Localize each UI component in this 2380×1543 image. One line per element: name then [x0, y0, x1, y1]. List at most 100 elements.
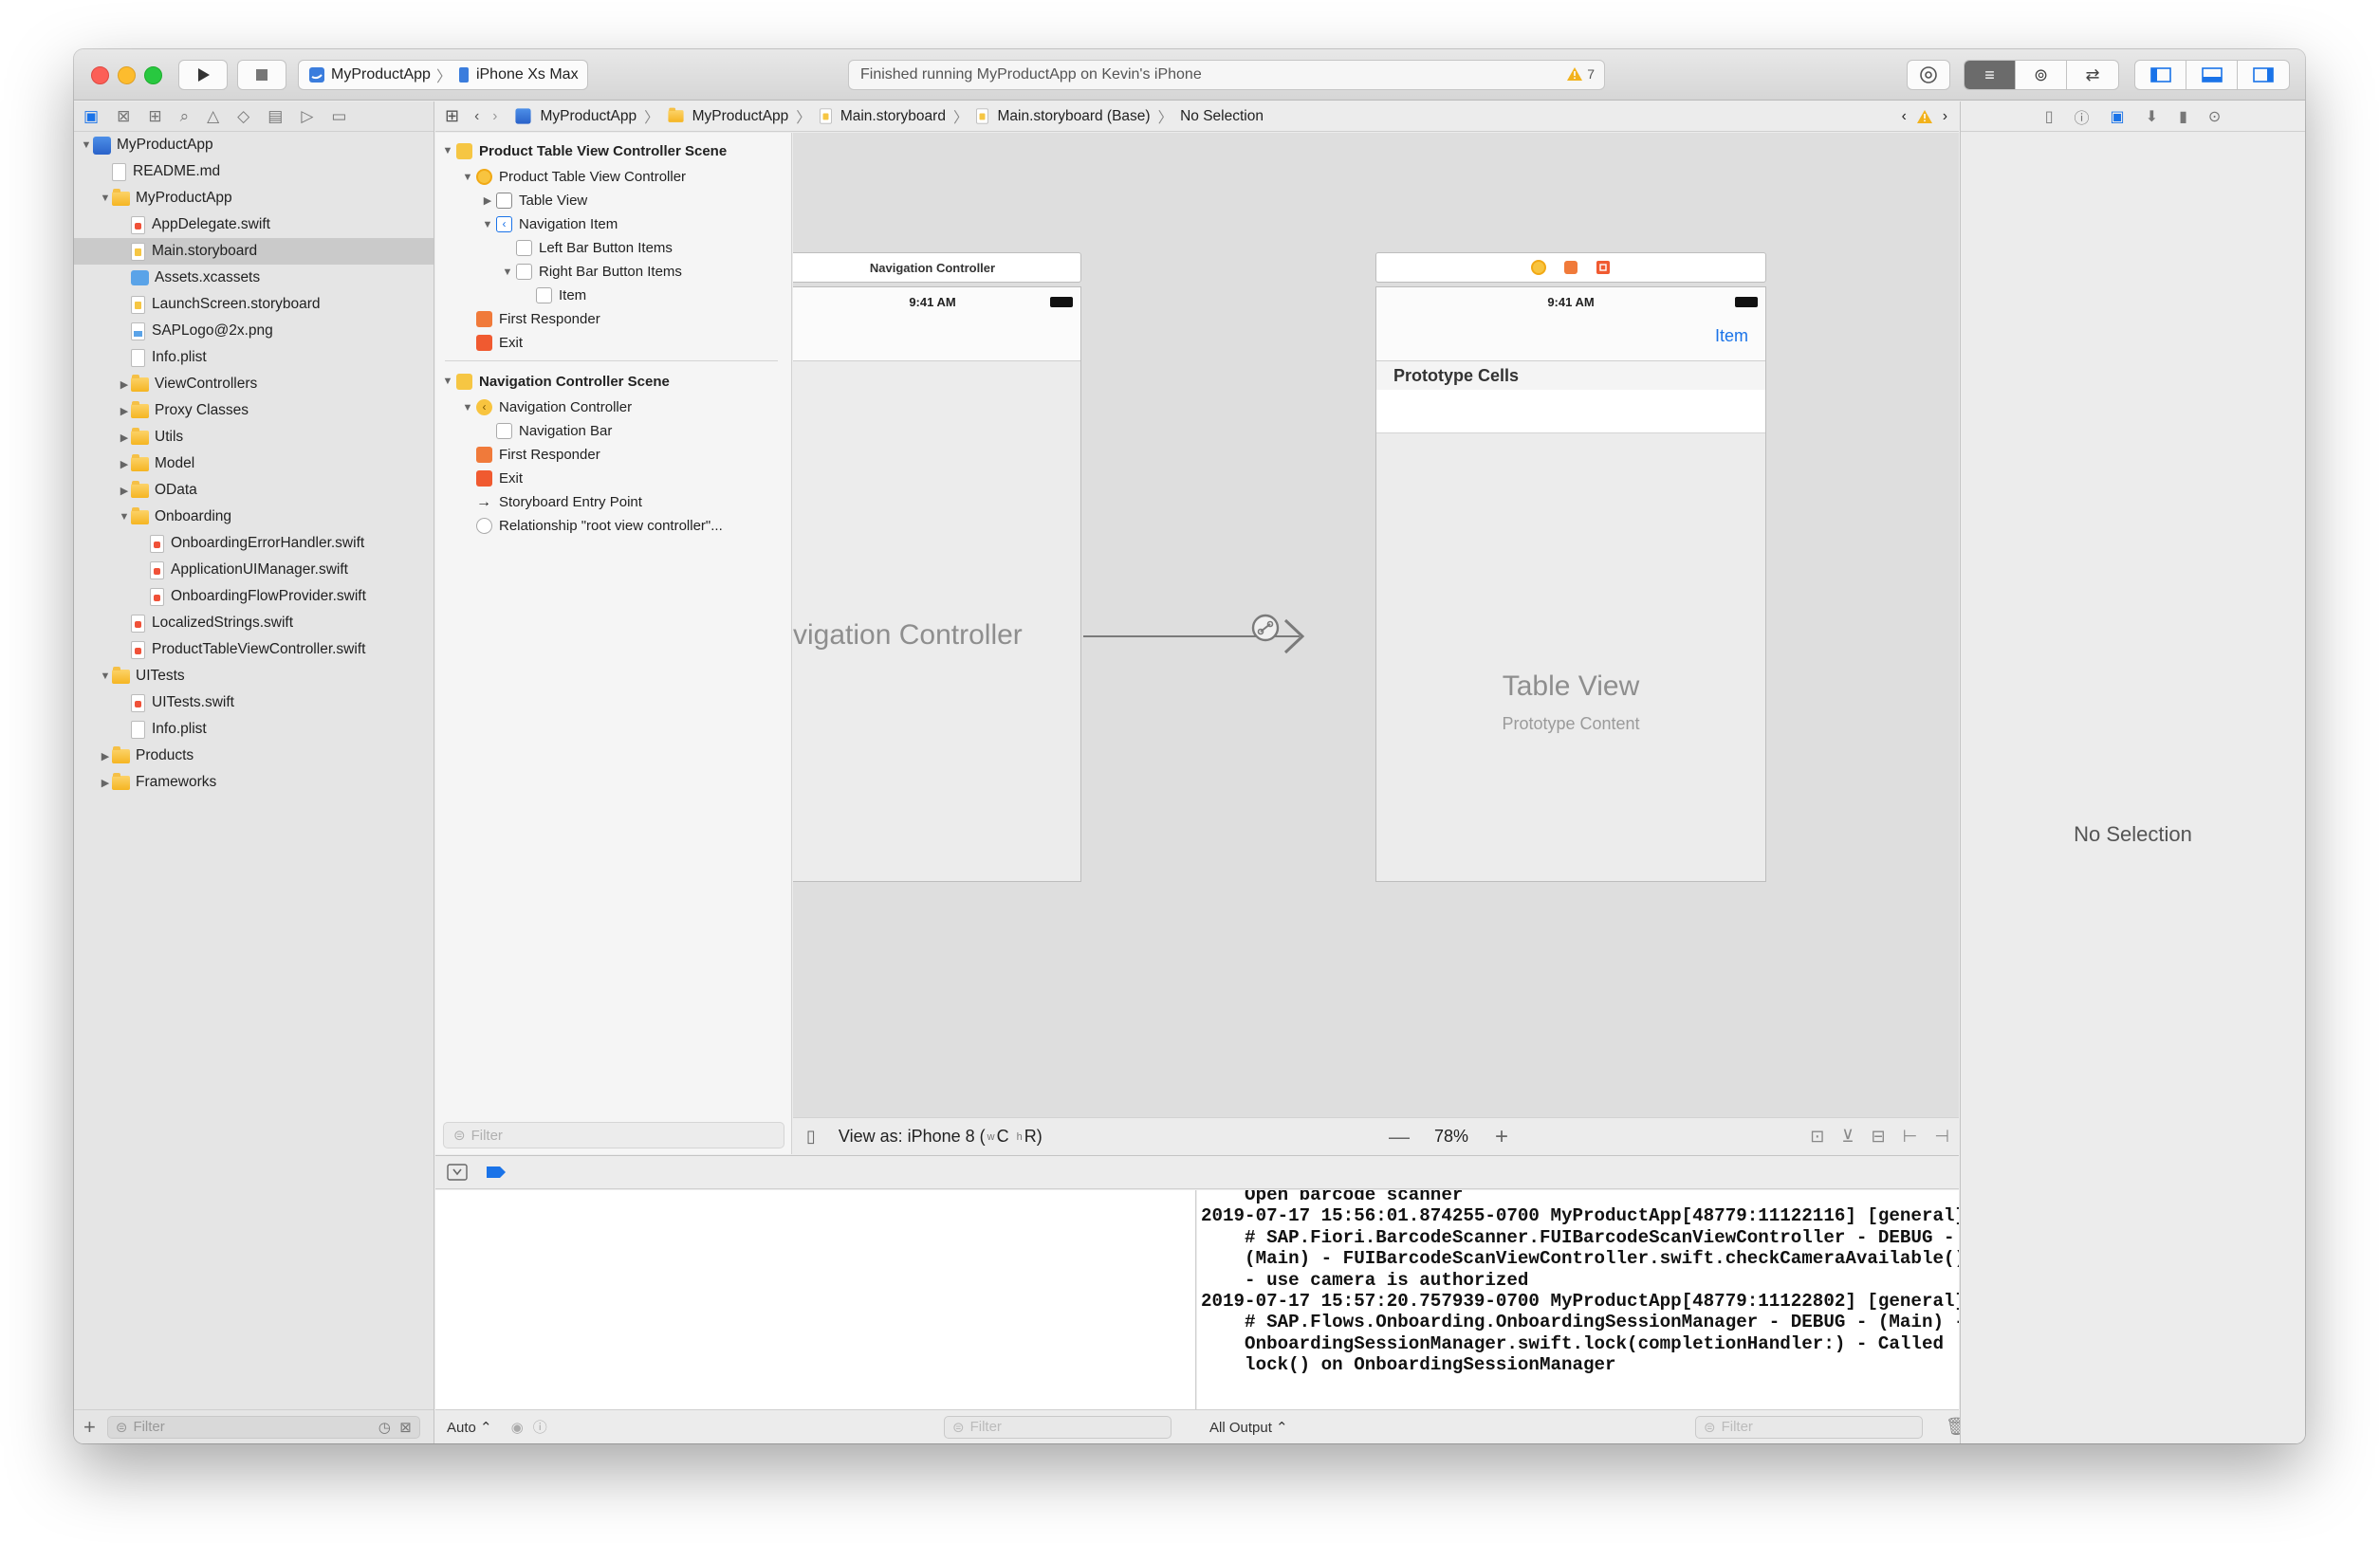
storyboard-canvas[interactable]: Navigation Controller 9:41 AM vigation C…	[793, 133, 1959, 1117]
add-icon[interactable]: +	[83, 1415, 96, 1440]
close-window-button[interactable]	[91, 66, 109, 84]
disclosure-open-icon[interactable]: ▼	[99, 193, 112, 204]
tree-item[interactable]: Info.plist	[74, 716, 434, 743]
breadcrumb-item[interactable]: MyProductApp	[514, 107, 637, 125]
source-control-icon[interactable]: ⊠	[117, 107, 130, 126]
tree-item[interactable]: ProductTableViewController.swift	[74, 636, 434, 663]
breakpoint-icon[interactable]: ▷	[301, 107, 313, 126]
navigator-filter[interactable]: ⊜ Filter ◷ ⊠	[106, 1415, 420, 1439]
tree-item[interactable]: OnboardingFlowProvider.swift	[74, 583, 434, 610]
tree-item[interactable]: ▶ Proxy Classes	[74, 397, 434, 424]
outline-item[interactable]: Exit	[435, 331, 791, 355]
outline-item[interactable]: First Responder	[435, 443, 791, 467]
toggle-navigator-button[interactable]	[2135, 61, 2186, 89]
library-button[interactable]	[1907, 60, 1950, 90]
outline-item[interactable]: First Responder	[435, 307, 791, 331]
breadcrumb-item[interactable]: MyProductApp	[667, 108, 788, 125]
scheme-selector[interactable]: MyProductApp 〉 iPhone Xs Max	[298, 60, 588, 90]
disclosure-open-icon[interactable]: ▼	[461, 402, 474, 413]
auto-scope-selector[interactable]: Auto ⌃	[447, 1419, 492, 1436]
disclosure-closed-icon[interactable]: ▶	[118, 432, 131, 444]
report-icon[interactable]: ▭	[331, 107, 346, 126]
attributes-inspector-icon[interactable]: ⬇	[2146, 107, 2158, 126]
table-scene-title-bar[interactable]	[1375, 252, 1766, 283]
outline-item[interactable]: ▼ ‹ Navigation Item	[435, 212, 791, 236]
outline-item[interactable]: ▼ ‹ Navigation Controller	[435, 395, 791, 419]
tree-item[interactable]: ▼ MyProductApp	[74, 132, 434, 158]
related-items-icon[interactable]: ⊞	[445, 106, 459, 126]
segue-relationship-icon[interactable]	[1250, 613, 1281, 643]
disclosure-closed-icon[interactable]: ▶	[118, 405, 131, 417]
disclosure-closed-icon[interactable]: ▶	[118, 485, 131, 497]
outline-item[interactable]: ▼ Right Bar Button Items	[435, 260, 791, 284]
toggle-debug-area-button[interactable]	[2186, 61, 2238, 89]
navigation-bar[interactable]	[793, 316, 1080, 361]
version-editor-button[interactable]: ⇄	[2067, 61, 2118, 89]
find-icon[interactable]: ⌕	[180, 107, 190, 126]
back-arrow-icon[interactable]: ‹	[474, 108, 479, 125]
folder-icon[interactable]: ▣	[83, 107, 99, 126]
disclosure-open-icon[interactable]: ▼	[501, 266, 514, 278]
disclosure-open-icon[interactable]: ▼	[441, 376, 454, 387]
outline-item[interactable]: Exit	[435, 467, 791, 490]
identity-inspector-icon[interactable]: ▣	[2111, 107, 2125, 126]
disclosure-open-icon[interactable]: ▼	[481, 219, 494, 230]
resolve-icon[interactable]: ⊣	[1934, 1127, 1949, 1147]
item-bar-button[interactable]: Item	[1715, 326, 1748, 346]
disclosure-closed-icon[interactable]: ▶	[481, 194, 494, 207]
tree-item[interactable]: ▶ ViewControllers	[74, 371, 434, 397]
prototype-cell[interactable]	[1376, 390, 1765, 433]
update-frames-icon[interactable]: ⊻	[1841, 1127, 1854, 1147]
previous-issue-icon[interactable]: ‹	[1902, 108, 1907, 125]
eye-icon[interactable]: ◉	[511, 1419, 524, 1436]
tree-item[interactable]: Info.plist	[74, 344, 434, 371]
disclosure-open-icon[interactable]: ▼	[80, 139, 93, 151]
tree-item[interactable]: Assets.xcassets	[74, 265, 434, 291]
tree-item[interactable]: LaunchScreen.storyboard	[74, 291, 434, 318]
forward-arrow-icon[interactable]: ›	[492, 108, 497, 125]
tree-item[interactable]: UITests.swift	[74, 689, 434, 716]
nav-scene-title-bar[interactable]: Navigation Controller	[793, 252, 1081, 283]
test-icon[interactable]: ◇	[237, 107, 249, 126]
disclosure-closed-icon[interactable]: ▶	[99, 750, 112, 762]
symbol-icon[interactable]: ⊞	[148, 107, 161, 126]
disclosure-open-icon[interactable]: ▼	[441, 145, 454, 156]
hide-debug-area-icon[interactable]	[447, 1164, 468, 1181]
tree-item[interactable]: ApplicationUIManager.swift	[74, 557, 434, 583]
tree-item[interactable]: ▶ Model	[74, 450, 434, 477]
tree-item[interactable]: ▶ Products	[74, 743, 434, 769]
breadcrumb-item[interactable]: No Selection	[1180, 108, 1264, 125]
outline-item[interactable]: ▼ Product Table View Controller	[435, 165, 791, 189]
tree-item[interactable]: ▶ OData	[74, 477, 434, 504]
zoom-window-button[interactable]	[144, 66, 162, 84]
view-as-button[interactable]: View as: iPhone 8 ( w C h R)	[839, 1127, 1042, 1147]
tree-item[interactable]: ▶ Utils	[74, 424, 434, 450]
outline-toggle-icon[interactable]: ▯	[806, 1127, 816, 1147]
tree-item[interactable]: ▼ MyProductApp	[74, 185, 434, 211]
debug-icon[interactable]: ▤	[268, 107, 283, 126]
minimize-window-button[interactable]	[118, 66, 136, 84]
breadcrumb-item[interactable]: Main.storyboard	[819, 107, 946, 125]
tree-item[interactable]: ▶ Frameworks	[74, 769, 434, 796]
size-inspector-icon[interactable]: ▮	[2179, 107, 2187, 126]
breadcrumb-item[interactable]: Main.storyboard (Base)	[975, 107, 1151, 125]
stop-button[interactable]	[237, 60, 286, 90]
help-inspector-icon[interactable]: ⓘ	[2075, 105, 2090, 128]
scm-filter-icon[interactable]: ⊠	[399, 1419, 412, 1436]
nav-controller-scene[interactable]: 9:41 AM	[793, 286, 1081, 882]
disclosure-closed-icon[interactable]: ▶	[99, 777, 112, 789]
output-selector[interactable]: All Output ⌃	[1209, 1419, 1288, 1436]
tree-item[interactable]: ▼ Onboarding	[74, 504, 434, 530]
disclosure-open-icon[interactable]: ▼	[461, 172, 474, 183]
console-filter[interactable]: ⊜ Filter	[1695, 1415, 1923, 1439]
warning-indicator[interactable]: 7	[1566, 66, 1595, 82]
issue-icon[interactable]: △	[207, 107, 219, 126]
tree-item[interactable]: SAPLogo@2x.png	[74, 318, 434, 344]
run-button[interactable]	[178, 60, 228, 90]
outline-item[interactable]: → Storyboard Entry Point	[435, 490, 791, 514]
outline-item[interactable]: Relationship "root view controller"...	[435, 514, 791, 538]
tree-item[interactable]: AppDelegate.swift	[74, 211, 434, 238]
disclosure-open-icon[interactable]: ▼	[118, 511, 131, 523]
outline-scene[interactable]: ▼ Navigation Controller Scene	[435, 367, 791, 395]
console-output[interactable]: Open barcode scanner 2019-07-17 15:56:01…	[1197, 1190, 1959, 1409]
